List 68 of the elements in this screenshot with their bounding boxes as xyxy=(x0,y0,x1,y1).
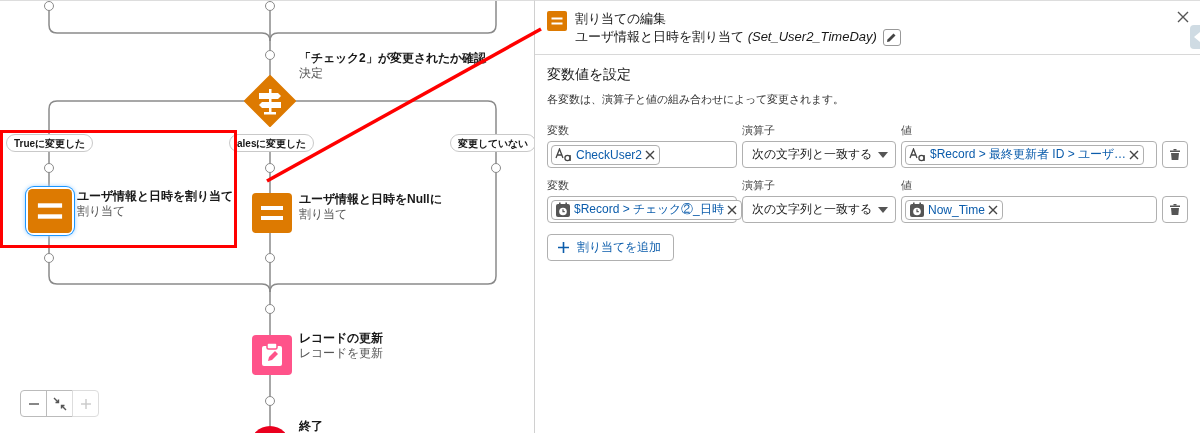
assignment-icon xyxy=(547,11,567,31)
shrink-button[interactable] xyxy=(46,390,73,417)
section-title: 変数値を設定 xyxy=(547,66,632,84)
caret-icon xyxy=(878,206,888,213)
resource-pill[interactable]: $Record > チェック②_日時 xyxy=(551,199,742,220)
description-text: 各変数は、演算子と値の組み合わせによって変更されます。 xyxy=(547,93,845,107)
connector-dot[interactable] xyxy=(265,1,275,11)
node-type: 決定 xyxy=(299,66,324,81)
delete-button[interactable] xyxy=(1162,196,1188,223)
node-title: レコードの更新 xyxy=(299,331,383,346)
trash-icon xyxy=(1170,149,1180,160)
element-name: ユーザ情報と日時を割り当て (Set_User2_TimeDay) xyxy=(575,28,877,46)
pencil-icon xyxy=(886,31,898,43)
close-button[interactable] xyxy=(1176,10,1190,24)
node-type: レコードを更新 xyxy=(299,346,383,361)
decision-icon[interactable] xyxy=(244,75,296,127)
outcome-label[interactable]: 変更していない xyxy=(450,134,534,152)
node-title: ユーザ情報と日時を割り当て xyxy=(77,189,233,204)
operator-dropdown[interactable]: 次の文字列と一致する xyxy=(742,141,896,168)
node-type: 割り当て xyxy=(77,204,126,219)
resource-pill[interactable]: $Record > 最終更新者 ID > ユーザ… xyxy=(905,144,1145,165)
connector-dot[interactable] xyxy=(44,1,54,11)
field-label: 変数 xyxy=(547,178,570,193)
zoom-out-icon xyxy=(28,402,39,405)
shrink-icon xyxy=(52,396,67,411)
remove-icon[interactable] xyxy=(645,149,656,160)
caret-icon xyxy=(878,151,888,158)
delete-button[interactable] xyxy=(1162,141,1188,168)
node-title: ユーザ情報と日時をNullに xyxy=(299,192,442,207)
remove-icon[interactable] xyxy=(726,204,737,215)
field-label: 値 xyxy=(901,123,913,138)
resource-field[interactable]: CheckUser2 xyxy=(547,141,737,168)
connector-dot[interactable] xyxy=(44,253,54,263)
connector-dot[interactable] xyxy=(265,50,275,60)
field-label: 値 xyxy=(901,178,913,193)
connector-line xyxy=(269,374,271,427)
field-label: 演算子 xyxy=(742,123,776,138)
zoom-in-icon xyxy=(80,398,91,409)
field-label: 演算子 xyxy=(742,178,776,193)
triangle-icon xyxy=(1194,32,1200,42)
edit-button[interactable] xyxy=(882,28,901,46)
clipboard-pencil-icon[interactable] xyxy=(252,335,292,375)
connector-dot[interactable] xyxy=(265,253,275,263)
panel-title: 割り当ての編集 xyxy=(575,10,667,28)
remove-icon[interactable] xyxy=(1129,149,1140,160)
connector-dot[interactable] xyxy=(491,163,501,173)
outcome-label[interactable]: alesに変更した xyxy=(229,134,315,152)
plus-icon xyxy=(558,242,569,253)
connector-dot[interactable] xyxy=(44,163,54,173)
resource-pill[interactable]: CheckUser2 xyxy=(551,144,661,165)
node-type: 割り当て xyxy=(299,207,348,222)
zoom-out-button[interactable] xyxy=(20,390,47,417)
connector-dot[interactable] xyxy=(265,304,275,314)
operator-dropdown[interactable]: 次の文字列と一致する xyxy=(742,196,896,223)
resource-pill[interactable]: Now_Time xyxy=(905,199,1003,220)
remove-icon[interactable] xyxy=(987,204,998,215)
add-assignment-button[interactable]: 割り当てを追加 xyxy=(547,234,674,261)
connector-dot[interactable] xyxy=(265,396,275,406)
resource-field[interactable]: $Record > 最終更新者 ID > ユーザ… xyxy=(901,141,1157,168)
assignment-icon[interactable] xyxy=(252,193,292,233)
field-label: 変数 xyxy=(547,123,570,138)
resource-field[interactable]: Now_Time xyxy=(901,196,1157,223)
connector-dot[interactable] xyxy=(265,163,275,173)
trash-icon xyxy=(1170,204,1180,215)
connector-line xyxy=(48,151,50,188)
node-title: 終了 xyxy=(299,419,323,433)
assignment-icon[interactable] xyxy=(28,189,72,233)
outcome-label[interactable]: Trueに変更した xyxy=(6,134,94,152)
